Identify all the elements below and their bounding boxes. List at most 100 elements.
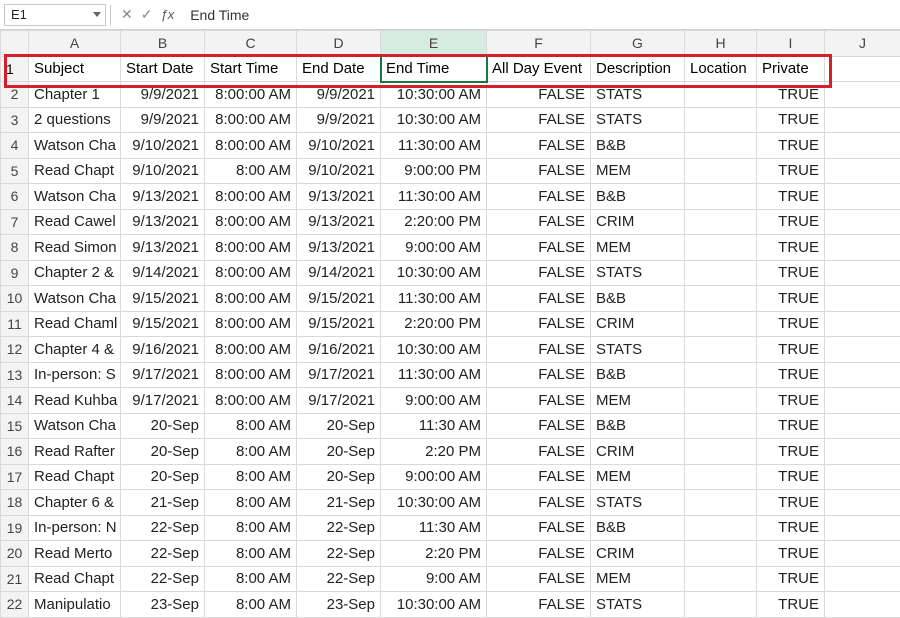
- cell-I13[interactable]: TRUE: [757, 362, 825, 388]
- cell-B19[interactable]: 22-Sep: [121, 515, 205, 541]
- cell-A16[interactable]: Read Rafter: [29, 439, 121, 465]
- cell-H14[interactable]: [685, 388, 757, 414]
- cell-H21[interactable]: [685, 566, 757, 592]
- row-header-13[interactable]: 13: [1, 362, 29, 388]
- cell-J2[interactable]: [825, 82, 900, 108]
- cell-J9[interactable]: [825, 260, 900, 286]
- cell-D16[interactable]: 20-Sep: [297, 439, 381, 465]
- cell-J15[interactable]: [825, 413, 900, 439]
- row-header-20[interactable]: 20: [1, 541, 29, 567]
- cell-B11[interactable]: 9/15/2021: [121, 311, 205, 337]
- cell-F20[interactable]: FALSE: [487, 541, 591, 567]
- cell-E6[interactable]: 11:30:00 AM: [381, 184, 487, 210]
- row-header-4[interactable]: 4: [1, 133, 29, 159]
- cell-I20[interactable]: TRUE: [757, 541, 825, 567]
- cell-C1[interactable]: Start Time: [205, 56, 297, 82]
- cell-A9[interactable]: Chapter 2 &: [29, 260, 121, 286]
- cell-F17[interactable]: FALSE: [487, 464, 591, 490]
- cell-D7[interactable]: 9/13/2021: [297, 209, 381, 235]
- cell-C12[interactable]: 8:00:00 AM: [205, 337, 297, 363]
- cell-A13[interactable]: In-person: S: [29, 362, 121, 388]
- cell-D5[interactable]: 9/10/2021: [297, 158, 381, 184]
- cell-J21[interactable]: [825, 566, 900, 592]
- cell-C11[interactable]: 8:00:00 AM: [205, 311, 297, 337]
- cell-B12[interactable]: 9/16/2021: [121, 337, 205, 363]
- cell-C8[interactable]: 8:00:00 AM: [205, 235, 297, 261]
- cell-J16[interactable]: [825, 439, 900, 465]
- col-header-F[interactable]: F: [487, 31, 591, 57]
- cell-G16[interactable]: CRIM: [591, 439, 685, 465]
- cell-A22[interactable]: Manipulatio: [29, 592, 121, 618]
- row-header-6[interactable]: 6: [1, 184, 29, 210]
- cell-G6[interactable]: B&B: [591, 184, 685, 210]
- cell-C5[interactable]: 8:00 AM: [205, 158, 297, 184]
- cell-D6[interactable]: 9/13/2021: [297, 184, 381, 210]
- cell-H20[interactable]: [685, 541, 757, 567]
- col-header-D[interactable]: D: [297, 31, 381, 57]
- cell-G19[interactable]: B&B: [591, 515, 685, 541]
- cell-E12[interactable]: 10:30:00 AM: [381, 337, 487, 363]
- cell-I12[interactable]: TRUE: [757, 337, 825, 363]
- cell-B18[interactable]: 21-Sep: [121, 490, 205, 516]
- cell-D11[interactable]: 9/15/2021: [297, 311, 381, 337]
- cell-G14[interactable]: MEM: [591, 388, 685, 414]
- cell-D12[interactable]: 9/16/2021: [297, 337, 381, 363]
- cell-C18[interactable]: 8:00 AM: [205, 490, 297, 516]
- cell-C15[interactable]: 8:00 AM: [205, 413, 297, 439]
- cell-J20[interactable]: [825, 541, 900, 567]
- col-header-J[interactable]: J: [825, 31, 900, 57]
- col-header-I[interactable]: I: [757, 31, 825, 57]
- cell-C4[interactable]: 8:00:00 AM: [205, 133, 297, 159]
- cell-E16[interactable]: 2:20 PM: [381, 439, 487, 465]
- cell-I7[interactable]: TRUE: [757, 209, 825, 235]
- cell-A6[interactable]: Watson Cha: [29, 184, 121, 210]
- cell-F19[interactable]: FALSE: [487, 515, 591, 541]
- cell-A14[interactable]: Read Kuhba: [29, 388, 121, 414]
- cell-H16[interactable]: [685, 439, 757, 465]
- cell-C7[interactable]: 8:00:00 AM: [205, 209, 297, 235]
- name-box[interactable]: E1: [4, 4, 106, 26]
- cell-I4[interactable]: TRUE: [757, 133, 825, 159]
- cell-C16[interactable]: 8:00 AM: [205, 439, 297, 465]
- cell-F16[interactable]: FALSE: [487, 439, 591, 465]
- cancel-icon[interactable]: ✕: [121, 6, 133, 23]
- cell-I1[interactable]: Private: [757, 56, 825, 82]
- row-header-1[interactable]: 1: [1, 56, 29, 82]
- cell-D18[interactable]: 21-Sep: [297, 490, 381, 516]
- cell-G7[interactable]: CRIM: [591, 209, 685, 235]
- cell-D1[interactable]: End Date: [297, 56, 381, 82]
- col-header-H[interactable]: H: [685, 31, 757, 57]
- cell-C3[interactable]: 8:00:00 AM: [205, 107, 297, 133]
- cell-G4[interactable]: B&B: [591, 133, 685, 159]
- cell-D17[interactable]: 20-Sep: [297, 464, 381, 490]
- row-header-19[interactable]: 19: [1, 515, 29, 541]
- cell-A10[interactable]: Watson Cha: [29, 286, 121, 312]
- cell-F11[interactable]: FALSE: [487, 311, 591, 337]
- cell-I9[interactable]: TRUE: [757, 260, 825, 286]
- row-header-15[interactable]: 15: [1, 413, 29, 439]
- cell-C21[interactable]: 8:00 AM: [205, 566, 297, 592]
- cell-J18[interactable]: [825, 490, 900, 516]
- cell-E13[interactable]: 11:30:00 AM: [381, 362, 487, 388]
- cell-H15[interactable]: [685, 413, 757, 439]
- cell-D14[interactable]: 9/17/2021: [297, 388, 381, 414]
- cell-E20[interactable]: 2:20 PM: [381, 541, 487, 567]
- cell-H19[interactable]: [685, 515, 757, 541]
- cell-F10[interactable]: FALSE: [487, 286, 591, 312]
- cell-I3[interactable]: TRUE: [757, 107, 825, 133]
- formula-input[interactable]: [184, 4, 896, 26]
- cell-E5[interactable]: 9:00:00 PM: [381, 158, 487, 184]
- row-header-16[interactable]: 16: [1, 439, 29, 465]
- cell-J5[interactable]: [825, 158, 900, 184]
- cell-J11[interactable]: [825, 311, 900, 337]
- cell-I17[interactable]: TRUE: [757, 464, 825, 490]
- cell-G12[interactable]: STATS: [591, 337, 685, 363]
- cell-E19[interactable]: 11:30 AM: [381, 515, 487, 541]
- cell-A1[interactable]: Subject: [29, 56, 121, 82]
- cell-D20[interactable]: 22-Sep: [297, 541, 381, 567]
- cell-G2[interactable]: STATS: [591, 82, 685, 108]
- cell-F13[interactable]: FALSE: [487, 362, 591, 388]
- cell-B13[interactable]: 9/17/2021: [121, 362, 205, 388]
- cell-F12[interactable]: FALSE: [487, 337, 591, 363]
- cell-F15[interactable]: FALSE: [487, 413, 591, 439]
